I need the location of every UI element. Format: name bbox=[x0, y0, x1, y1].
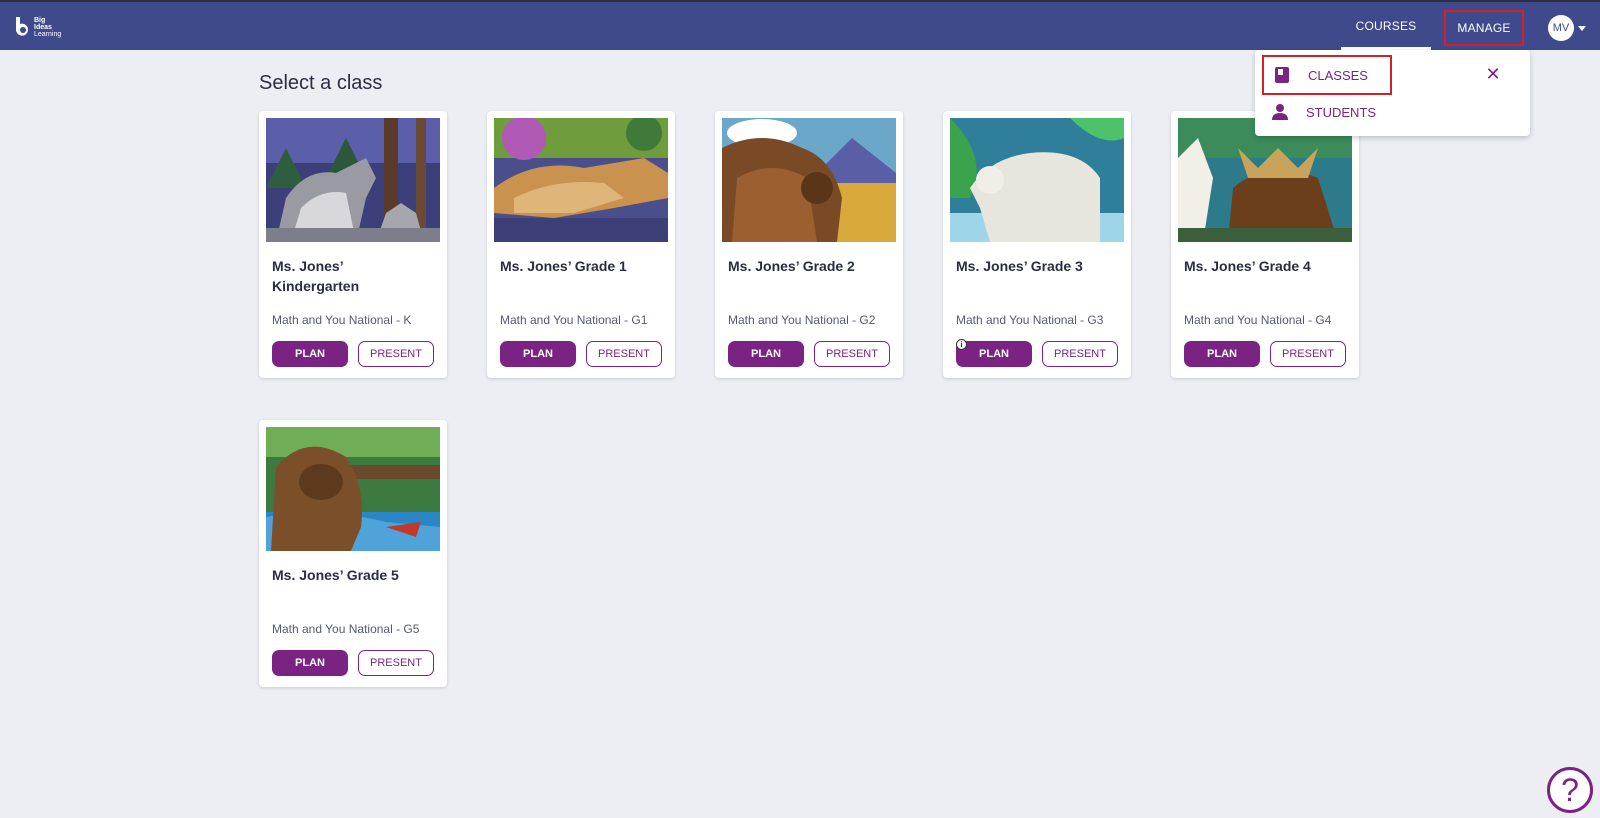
close-icon[interactable]: ✕ bbox=[1483, 64, 1503, 84]
menu-item-students[interactable]: STUDENTS bbox=[1262, 92, 1392, 132]
present-button[interactable]: PRESENT bbox=[586, 341, 662, 367]
wolves-image[interactable] bbox=[266, 118, 440, 242]
card-course: Math and You National - G5 bbox=[272, 622, 420, 636]
plan-button[interactable]: PLAN bbox=[1184, 341, 1260, 367]
class-card: Ms. Jones’ Grade 3 Math and You National… bbox=[943, 111, 1131, 378]
nav-courses[interactable]: COURSES bbox=[1341, 2, 1431, 50]
user-menu[interactable]: MV bbox=[1548, 15, 1586, 41]
cougar-image[interactable] bbox=[494, 118, 668, 242]
menu-item-label: CLASSES bbox=[1308, 67, 1368, 83]
card-title[interactable]: Ms. Jones’ Grade 4 bbox=[1184, 256, 1344, 276]
brand-line-2: Ideas bbox=[34, 23, 52, 31]
class-card: Ms. Jones’ Kindergarten Math and You Nat… bbox=[259, 111, 447, 378]
avatar: MV bbox=[1548, 15, 1574, 41]
class-card: Ms. Jones’ Grade 1 Math and You National… bbox=[487, 111, 675, 378]
menu-item-label: STUDENTS bbox=[1306, 104, 1377, 120]
present-button[interactable]: PRESENT bbox=[358, 650, 434, 676]
card-course: Math and You National - G3 bbox=[956, 313, 1104, 327]
nav-manage[interactable]: MANAGE bbox=[1444, 10, 1524, 46]
card-course: Math and You National - G4 bbox=[1184, 313, 1332, 327]
moose-image[interactable] bbox=[1178, 118, 1352, 242]
card-course: Math and You National - G1 bbox=[500, 313, 648, 327]
plan-button[interactable]: PLAN bbox=[272, 341, 348, 367]
class-card: Ms. Jones’ Grade 4 Math and You National… bbox=[1171, 111, 1359, 378]
card-title[interactable]: Ms. Jones’ Kindergarten bbox=[272, 256, 432, 296]
class-card: Ms. Jones’ Grade 2 Math and You National… bbox=[715, 111, 903, 378]
bison-image[interactable] bbox=[722, 118, 896, 242]
chevron-down-icon bbox=[1578, 25, 1586, 31]
plan-button[interactable]: PLAN bbox=[956, 341, 1032, 367]
brand-line-3: Learning bbox=[34, 30, 62, 38]
present-button[interactable]: PRESENT bbox=[1270, 341, 1346, 367]
card-title[interactable]: Ms. Jones’ Grade 1 bbox=[500, 256, 660, 276]
plan-button[interactable]: PLAN bbox=[500, 341, 576, 367]
person-icon bbox=[1270, 102, 1290, 122]
brand-logo[interactable]: Big Ideas Learning bbox=[14, 14, 61, 40]
card-course: Math and You National - K bbox=[272, 313, 412, 327]
help-button[interactable]: ? bbox=[1547, 767, 1593, 813]
present-button[interactable]: PRESENT bbox=[814, 341, 890, 367]
manage-dropdown: CLASSES STUDENTS ✕ bbox=[1255, 50, 1530, 136]
polar-bear-image[interactable] bbox=[950, 118, 1124, 242]
plan-button[interactable]: PLAN bbox=[272, 650, 348, 676]
grizzly-image[interactable] bbox=[266, 427, 440, 551]
big-ideas-logo-icon bbox=[15, 17, 28, 36]
plan-button[interactable]: PLAN bbox=[728, 341, 804, 367]
top-navbar: Big Ideas Learning COURSES MANAGE MV bbox=[0, 0, 1600, 50]
page-title: Select a class bbox=[259, 72, 383, 94]
brand-line-1: Big bbox=[34, 16, 46, 24]
info-icon[interactable]: i bbox=[956, 339, 967, 350]
present-button[interactable]: PRESENT bbox=[358, 341, 434, 367]
card-title[interactable]: Ms. Jones’ Grade 3 bbox=[956, 256, 1116, 276]
book-icon bbox=[1272, 65, 1292, 85]
present-button[interactable]: PRESENT bbox=[1042, 341, 1118, 367]
card-course: Math and You National - G2 bbox=[728, 313, 876, 327]
card-title[interactable]: Ms. Jones’ Grade 2 bbox=[728, 256, 888, 276]
card-title[interactable]: Ms. Jones’ Grade 5 bbox=[272, 565, 432, 585]
class-card: Ms. Jones’ Grade 5 Math and You National… bbox=[259, 420, 447, 687]
menu-item-classes[interactable]: CLASSES bbox=[1262, 55, 1392, 95]
brand-wordmark: Big Ideas Learning bbox=[34, 17, 61, 38]
